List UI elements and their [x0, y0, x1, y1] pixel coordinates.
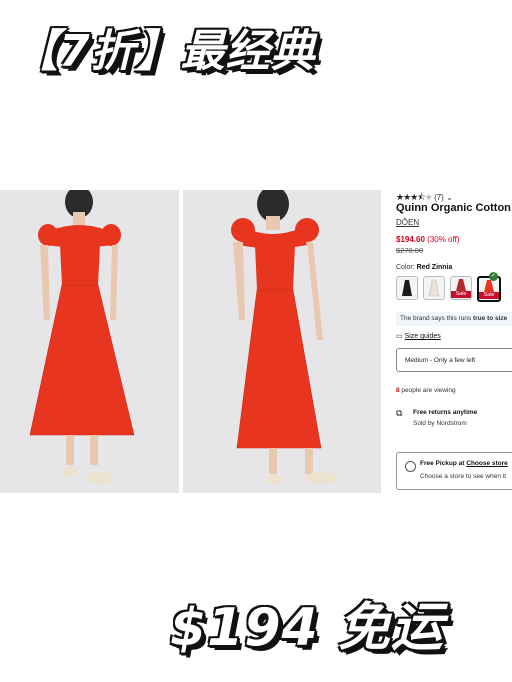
banner-title-bottom: $194 免运 [170, 598, 444, 658]
brand-link[interactable]: DÔEN [396, 218, 419, 227]
price-row: $194.60 (30% off) [396, 235, 459, 244]
pickup-option[interactable]: Free Pickup at Choose store Choose a sto… [396, 452, 512, 490]
swatch-cream[interactable] [423, 276, 445, 300]
dress-thumbnail-icon [428, 279, 440, 297]
color-value: Red Zinnia [416, 264, 453, 271]
dress-back-image [183, 190, 381, 493]
product-title: Quinn Organic Cotton P [396, 202, 512, 214]
pickup-subtitle: Choose a store to see when it [420, 473, 506, 480]
size-guides-link[interactable]: ▭ Size guides [396, 332, 441, 340]
swatch-red-zinnia[interactable]: Sale [477, 276, 501, 302]
size-select[interactable]: Medium - Only a few left [396, 348, 512, 372]
viewers-notice: 8 people are viewing [396, 387, 456, 394]
fit-note: The brand says this runs true to size [396, 312, 512, 326]
pickup-title: Free Pickup at Choose store [420, 460, 508, 467]
dress-thumbnail-icon [402, 280, 412, 296]
product-photo-back[interactable] [183, 190, 381, 493]
returns-box-icon: ⧉ [396, 408, 403, 418]
color-label: Color: Red Zinnia [396, 264, 453, 271]
chevron-down-icon: ⌄ [446, 193, 453, 202]
choose-store-link[interactable]: Choose store [466, 460, 508, 467]
swatch-black[interactable] [396, 276, 418, 300]
selected-check-icon: ✓ [489, 272, 498, 281]
sale-price: $194.60 [396, 235, 425, 244]
sale-badge: Sale [451, 291, 471, 298]
pickup-radio[interactable] [405, 461, 416, 472]
banner-title-top: 【7折】最经典 [14, 26, 316, 77]
returns-title: Free returns anytime [413, 409, 478, 416]
ruler-icon: ▭ [396, 333, 403, 340]
returns-seller: Sold by Nordstrom [413, 420, 467, 427]
star-rating-icon: ★★★⯪★ [396, 192, 433, 202]
color-swatches: Sale Sale ✓ [396, 272, 501, 302]
rating-count: (7) [434, 193, 444, 202]
discount-percent: (30% off) [427, 235, 460, 244]
dress-front-image [0, 190, 179, 493]
swatch-red-print[interactable]: Sale [450, 276, 472, 300]
product-photo-front[interactable] [0, 190, 179, 493]
product-info-panel: ★★★⯪★ (7) ⌄ Quinn Organic Cotton P DÔEN … [396, 190, 512, 500]
original-price: $278.00 [396, 246, 424, 255]
sale-badge: Sale [479, 292, 499, 299]
